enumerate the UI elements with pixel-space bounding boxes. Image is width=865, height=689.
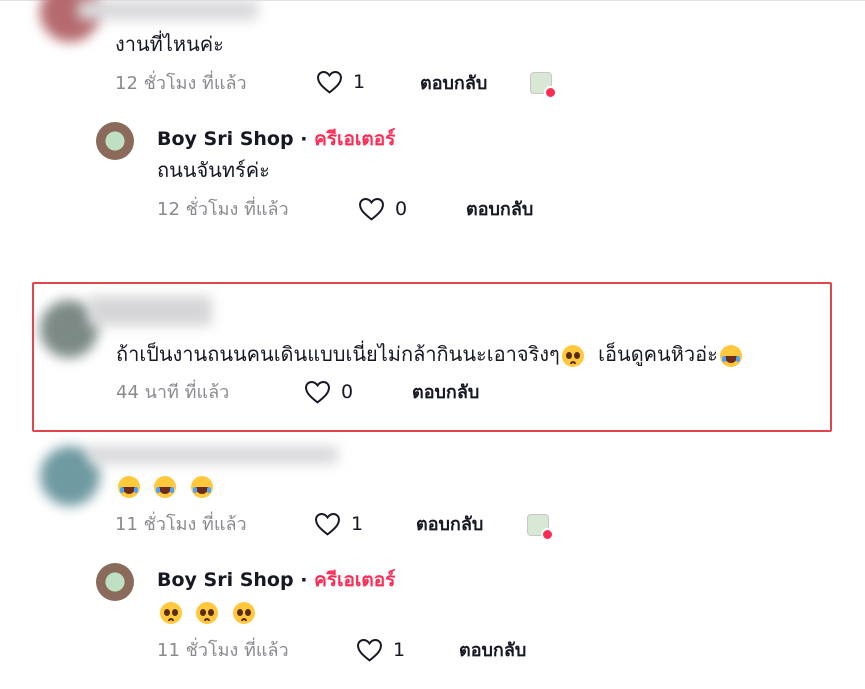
comment-timestamp: 11 ชั่วโมง ที่แล้ว <box>115 514 247 535</box>
reply-button[interactable]: ตอบกลับ <box>466 198 533 222</box>
comment-text: ถนนจันทร์ค่ะ <box>157 158 270 182</box>
heart-outline-icon <box>315 512 340 536</box>
author-name[interactable]: Boy Sri Shop <box>157 128 294 150</box>
username-redacted <box>88 446 338 464</box>
comment-text: งานที่ไหนค่ะ <box>115 32 224 56</box>
like-count: 1 <box>393 639 406 661</box>
comment-timestamp: 12 ชั่วโมง ที่แล้ว <box>115 73 247 94</box>
separator-dot: · <box>300 569 308 591</box>
comment-timestamp: 12 ชั่วโมง ที่แล้ว <box>157 199 289 220</box>
like-count: 1 <box>351 513 364 535</box>
like-button[interactable]: 0 <box>358 197 407 221</box>
like-button[interactable]: 1 <box>356 638 405 662</box>
heart-outline-icon <box>357 638 382 662</box>
pleading-face-emoji <box>232 601 255 624</box>
separator-dot: · <box>300 128 308 150</box>
avatar[interactable] <box>96 122 134 160</box>
like-button[interactable]: 1 <box>316 70 365 94</box>
creator-heart-icon <box>544 86 557 99</box>
comment-author-line: Boy Sri Shop · ครีเอเตอร์ <box>157 567 395 593</box>
laughing-tears-emoji <box>118 475 140 498</box>
like-count: 0 <box>395 198 408 220</box>
creator-liked-avatar <box>527 514 554 541</box>
username-redacted <box>78 0 258 20</box>
reply-button[interactable]: ตอบกลับ <box>459 639 526 663</box>
comment-emoji-line <box>118 471 213 499</box>
reply-button[interactable]: ตอบกลับ <box>416 513 483 537</box>
like-button[interactable]: 1 <box>314 512 363 536</box>
heart-outline-icon <box>317 70 342 94</box>
creator-badge: ครีเอเตอร์ <box>314 569 396 591</box>
heart-outline-icon <box>359 197 384 221</box>
creator-heart-icon <box>541 528 554 541</box>
comment-emoji-line <box>160 597 255 625</box>
pleading-face-emoji <box>160 601 182 624</box>
laughing-tears-emoji <box>190 475 213 498</box>
creator-liked-avatar <box>530 72 557 99</box>
avatar[interactable] <box>96 563 134 601</box>
pleading-face-emoji <box>196 601 219 624</box>
comment-author-line: Boy Sri Shop · ครีเอเตอร์ <box>157 126 395 152</box>
author-name[interactable]: Boy Sri Shop <box>157 569 294 591</box>
comment-timestamp: 11 ชั่วโมง ที่แล้ว <box>157 640 289 661</box>
creator-badge: ครีเอเตอร์ <box>314 128 396 150</box>
laughing-tears-emoji <box>154 475 177 498</box>
reply-button[interactable]: ตอบกลับ <box>420 72 487 96</box>
highlight-box <box>32 282 832 432</box>
like-count: 1 <box>353 71 366 93</box>
